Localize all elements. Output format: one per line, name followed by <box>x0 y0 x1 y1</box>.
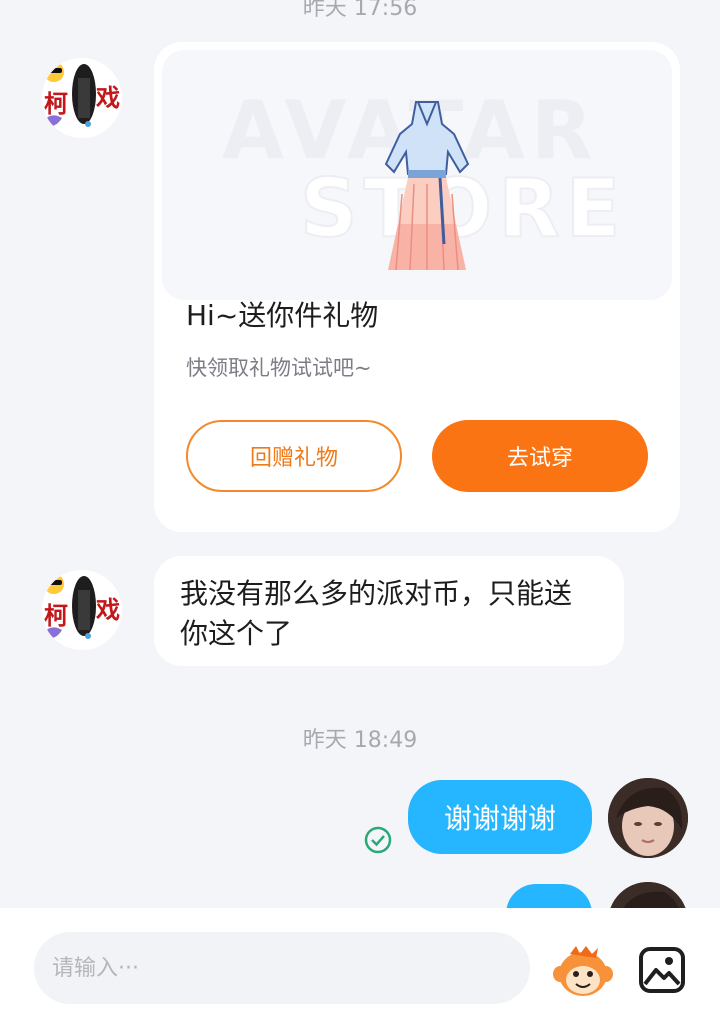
gift-card-subtitle: 快领取礼物试试吧~ <box>186 356 372 380</box>
user-photo-icon <box>608 778 688 858</box>
sender-avatar[interactable]: 柯 戏 <box>42 58 122 138</box>
avatar-char-left: 柯 <box>44 601 68 630</box>
user-photo-icon <box>608 882 688 908</box>
sender-avatar[interactable]: 柯 戏 <box>42 570 122 650</box>
avatar-char-right: 戏 <box>95 83 120 112</box>
chat-message-list[interactable]: 昨天 17:56 柯 戏 AVATAR STORE <box>0 0 720 908</box>
gift-card-title: Hi~送你件礼物 <box>186 299 379 332</box>
self-avatar[interactable] <box>608 882 688 908</box>
return-gift-button[interactable]: 回赠礼物 <box>186 420 402 492</box>
character-avatar-icon: 柯 戏 <box>42 570 122 650</box>
message-read-check-icon <box>364 826 392 854</box>
outgoing-message-bubble[interactable] <box>506 884 592 908</box>
avatar-char-right: 戏 <box>95 595 120 624</box>
hanfu-dress-icon <box>384 101 470 271</box>
try-on-button[interactable]: 去试穿 <box>432 420 648 492</box>
message-input-bar <box>0 908 720 1029</box>
gift-card[interactable]: AVATAR STORE Hi~送你件礼物 快领取礼物试试吧~ 回赠礼物 去试穿 <box>154 42 680 532</box>
monkey-emoji-icon[interactable] <box>552 944 614 1002</box>
self-avatar[interactable] <box>608 778 688 858</box>
message-input[interactable] <box>34 932 530 1004</box>
message-timestamp: 昨天 18:49 <box>302 728 418 753</box>
avatar-char-left: 柯 <box>44 89 68 118</box>
image-picker-icon[interactable] <box>638 946 686 994</box>
character-avatar-icon: 柯 戏 <box>42 58 122 138</box>
incoming-message-bubble[interactable]: 我没有那么多的派对币，只能送你这个了 <box>154 556 624 666</box>
gift-banner: AVATAR STORE <box>162 50 672 300</box>
outgoing-message-bubble[interactable]: 谢谢谢谢 <box>408 780 592 854</box>
message-timestamp: 昨天 17:56 <box>302 0 418 21</box>
